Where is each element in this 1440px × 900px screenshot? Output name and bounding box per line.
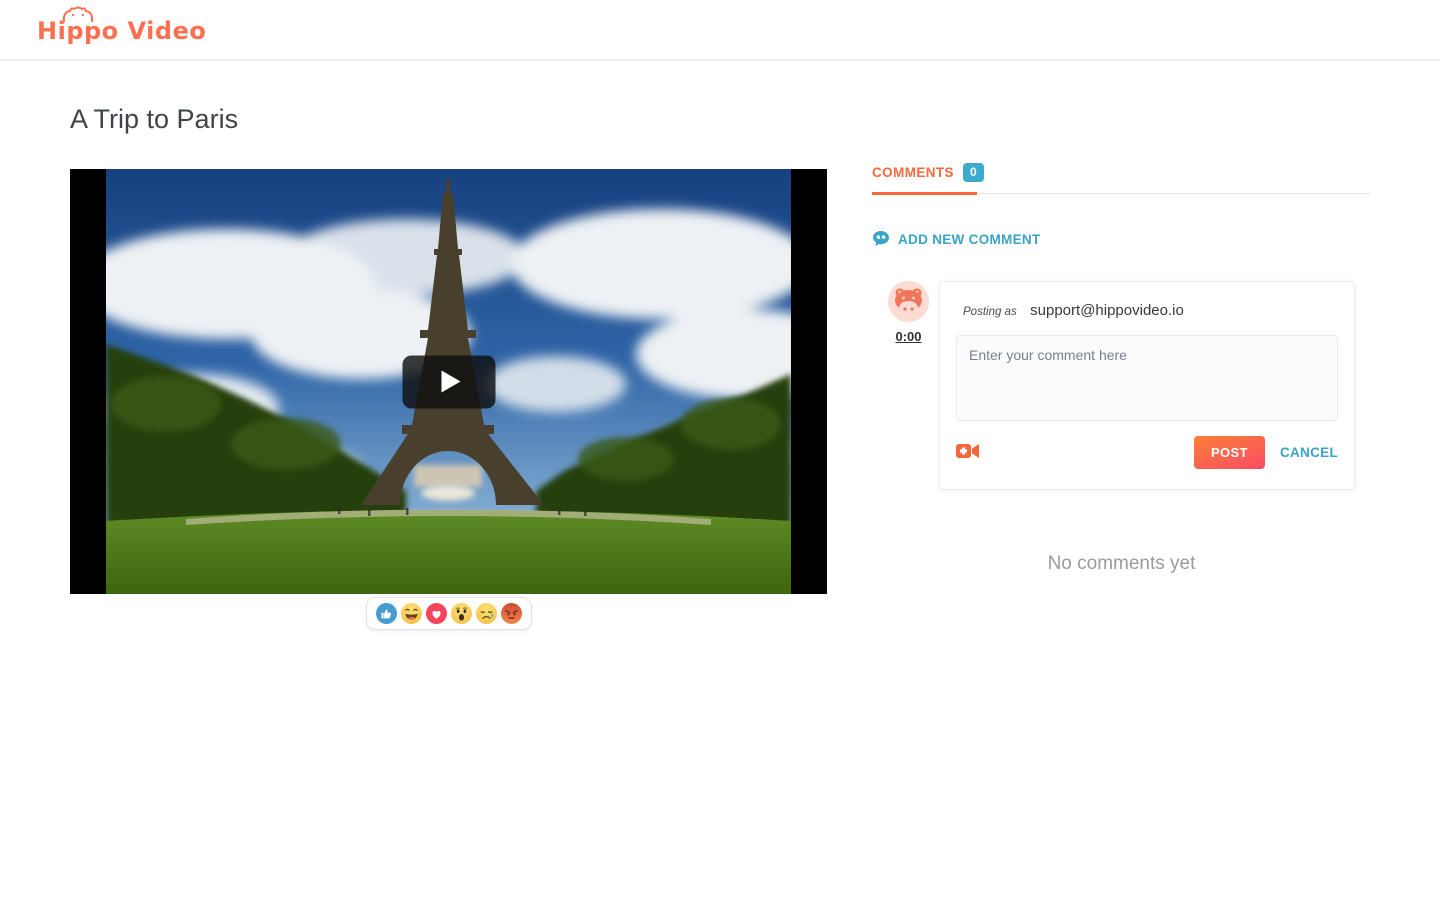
- posting-as-label: Posting as: [963, 306, 1017, 318]
- page-title: A Trip to Paris: [70, 104, 238, 135]
- cancel-button[interactable]: CANCEL: [1280, 445, 1338, 460]
- play-icon: [442, 371, 461, 393]
- sad-reaction-icon[interactable]: [476, 603, 497, 624]
- post-button[interactable]: POST: [1194, 436, 1265, 469]
- reactions-bar: [366, 597, 532, 630]
- tab-comments[interactable]: COMMENTS 0: [872, 160, 984, 182]
- record-video-comment-button[interactable]: [956, 442, 980, 463]
- play-button[interactable]: [402, 355, 495, 408]
- posting-as-row: Posting as support@hippovideo.io: [963, 302, 1338, 320]
- hippo-video-logo[interactable]: Hippo Video: [37, 17, 206, 45]
- comments-tab-bar: COMMENTS 0: [872, 160, 1371, 194]
- avatar: [888, 281, 929, 322]
- add-new-comment-label: ADD NEW COMMENT: [898, 232, 1041, 247]
- hippo-head-icon: [61, 6, 95, 22]
- comment-card: Posting as support@hippovideo.io POST CA…: [939, 281, 1355, 490]
- video-timestamp-link[interactable]: 0:00: [895, 329, 921, 344]
- wow-reaction-icon[interactable]: [451, 603, 472, 624]
- tab-active-indicator: [872, 192, 977, 195]
- add-new-comment-button[interactable]: ADD NEW COMMENT: [872, 230, 1041, 248]
- comments-count-badge: 0: [963, 163, 984, 182]
- comment-input[interactable]: [956, 335, 1338, 421]
- love-reaction-icon[interactable]: [426, 603, 447, 624]
- no-comments-message: No comments yet: [872, 553, 1371, 575]
- haha-reaction-icon[interactable]: [401, 603, 422, 624]
- like-reaction-icon[interactable]: [376, 603, 397, 624]
- comment-card-footer: POST CANCEL: [956, 436, 1338, 469]
- tab-comments-label: COMMENTS: [872, 165, 954, 180]
- posting-as-email: support@hippovideo.io: [1030, 302, 1184, 319]
- video-player[interactable]: [70, 169, 827, 594]
- comments-panel: COMMENTS 0 ADD NEW COMMENT: [872, 160, 1371, 760]
- video-camera-plus-icon: [956, 442, 980, 460]
- app-header: Hippo Video: [0, 0, 1440, 61]
- angry-reaction-icon[interactable]: [501, 603, 522, 624]
- comment-bubble-icon: [872, 230, 890, 248]
